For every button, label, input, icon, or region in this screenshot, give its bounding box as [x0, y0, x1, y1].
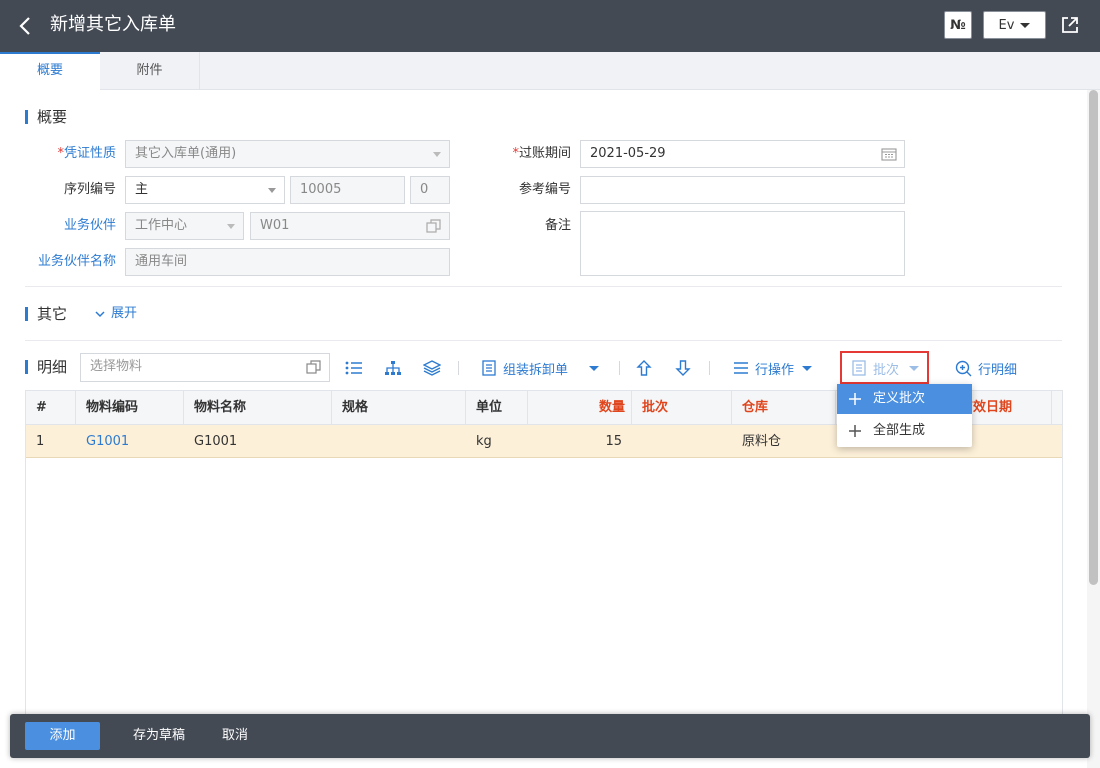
- cell-batch[interactable]: [632, 425, 642, 458]
- divider: [25, 286, 1062, 287]
- serial-label: 序列编号: [63, 182, 116, 197]
- list-icon: [345, 361, 362, 375]
- app-header: 新增其它入库单 № Ev: [0, 0, 1100, 52]
- ref-number-label: 参考编号: [518, 182, 571, 197]
- copy-icon[interactable]: [306, 360, 322, 374]
- cancel-button[interactable]: 取消: [210, 722, 260, 750]
- save-draft-button[interactable]: 存为草稿: [115, 722, 203, 750]
- row-operations-button[interactable]: 行操作: [733, 357, 813, 379]
- cell-quantity: 15: [605, 434, 622, 449]
- batch-dropdown-menu: 定义批次 全部生成: [837, 384, 972, 447]
- copy-icon[interactable]: [426, 219, 442, 233]
- chevron-down-icon: [589, 365, 599, 371]
- hierarchy-icon: [385, 361, 401, 375]
- scrollbar-thumb[interactable]: [1089, 90, 1098, 585]
- assemble-order-button[interactable]: 组装拆卸单: [481, 357, 568, 379]
- tab-attachments[interactable]: 附件: [100, 52, 200, 90]
- back-icon[interactable]: [12, 12, 40, 40]
- col-quantity[interactable]: 数量: [528, 391, 632, 424]
- toolbar-separator: [619, 361, 620, 375]
- cell-index: 1: [36, 434, 45, 449]
- list-view-button[interactable]: [345, 357, 363, 379]
- cell-warehouse: 原料仓: [742, 434, 782, 449]
- cell-unit: kg: [476, 434, 492, 449]
- menu-item-generate-all[interactable]: 全部生成: [837, 416, 972, 446]
- move-down-button[interactable]: [674, 357, 692, 379]
- move-up-button[interactable]: [635, 357, 653, 379]
- voucher-type-label: *凭证性质: [57, 146, 116, 161]
- voucher-type-select[interactable]: 其它入库单(通用): [125, 140, 450, 168]
- arrow-down-icon: [675, 360, 691, 376]
- chevron-down-icon: [268, 188, 276, 193]
- tree-view-button[interactable]: [384, 357, 402, 379]
- remark-label: 备注: [544, 218, 571, 233]
- plus-icon: [849, 425, 861, 437]
- expand-toggle[interactable]: 展开: [95, 305, 137, 323]
- layers-button[interactable]: [423, 357, 441, 379]
- partner-label[interactable]: 业务伙伴: [20, 212, 116, 240]
- page-title: 新增其它入库单: [50, 14, 176, 35]
- col-spec[interactable]: 规格: [332, 391, 466, 424]
- layers-icon: [423, 360, 441, 376]
- export-icon[interactable]: [1058, 13, 1082, 37]
- assemble-dropdown-button[interactable]: [589, 357, 599, 379]
- chevron-down-icon: [433, 152, 441, 157]
- material-search-placeholder: 选择物料: [90, 359, 143, 374]
- section-detail-title: 明细: [25, 357, 67, 377]
- menu-icon: [734, 362, 748, 374]
- partner-code-field[interactable]: W01: [250, 212, 450, 240]
- posting-period-label: *过账期间: [512, 146, 571, 161]
- posting-period-input[interactable]: 2021-05-29: [580, 140, 905, 168]
- col-material-code[interactable]: 物料编码: [76, 391, 184, 424]
- col-warehouse[interactable]: 仓库: [732, 391, 836, 424]
- section-other-title: 其它: [25, 304, 67, 324]
- cell-spec: [332, 425, 342, 458]
- language-label: Ev: [998, 17, 1015, 33]
- col-index: #: [26, 391, 76, 424]
- partner-type-select[interactable]: 工作中心: [125, 212, 244, 240]
- material-search-input[interactable]: 选择物料: [80, 353, 330, 382]
- cell-material-name: G1001: [194, 434, 238, 449]
- col-material-name[interactable]: 物料名称: [184, 391, 332, 424]
- serial-suffix-field: 0: [410, 176, 450, 204]
- plus-icon: [849, 393, 861, 405]
- menu-item-define-batch[interactable]: 定义批次: [837, 384, 972, 414]
- partner-name-label: 业务伙伴名称: [37, 254, 116, 269]
- chevron-down-icon: [802, 365, 813, 371]
- col-unit[interactable]: 单位: [466, 391, 528, 424]
- batch-highlight-box: [840, 351, 929, 384]
- toolbar-separator: [458, 361, 459, 375]
- tab-overview[interactable]: 概要: [0, 52, 100, 91]
- toolbar-separator: [709, 361, 710, 375]
- tab-bar: 概要 附件: [0, 52, 1100, 91]
- chevron-down-icon: [95, 311, 105, 318]
- serial-select[interactable]: 主: [125, 176, 285, 204]
- document-number-button[interactable]: №: [944, 11, 972, 39]
- col-batch[interactable]: 批次: [632, 391, 732, 424]
- add-button[interactable]: 添加: [25, 722, 100, 750]
- chevron-down-icon: [227, 224, 235, 229]
- serial-number-field: 10005: [290, 176, 405, 204]
- language-dropdown[interactable]: Ev: [983, 11, 1046, 39]
- section-overview-title: 概要: [25, 107, 67, 127]
- calendar-icon[interactable]: [881, 147, 897, 161]
- cell-material-code[interactable]: G1001: [76, 425, 129, 458]
- ref-number-input[interactable]: [580, 176, 905, 204]
- zoom-in-icon: [955, 360, 972, 376]
- arrow-up-icon: [636, 360, 652, 376]
- footer-action-bar: 添加 存为草稿 取消: [10, 714, 1090, 758]
- divider: [25, 340, 1062, 341]
- remark-textarea[interactable]: [580, 211, 905, 276]
- partner-name-field: 通用车间: [125, 248, 450, 276]
- document-icon: [482, 360, 496, 376]
- chevron-down-icon: [1020, 22, 1031, 28]
- row-detail-button[interactable]: 行明细: [955, 357, 1017, 379]
